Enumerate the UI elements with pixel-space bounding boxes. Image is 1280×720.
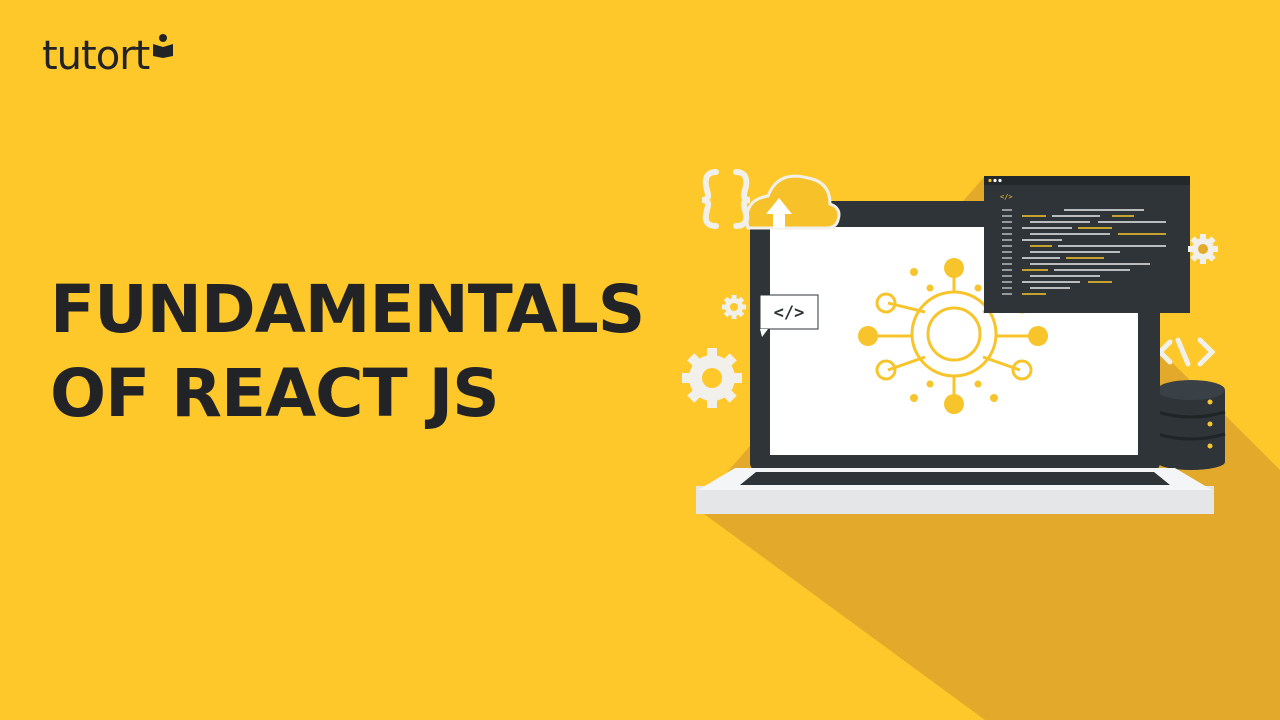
brand-logo: tutort — [42, 33, 177, 79]
server-stack-icon — [1156, 380, 1226, 470]
headline-line-2: OF REACT JS — [50, 355, 500, 432]
svg-text:</>: </> — [1000, 193, 1013, 201]
angle-code-icon — [1156, 337, 1216, 367]
code-editor-window: </> — [984, 176, 1190, 313]
brand-name: tutort — [42, 33, 150, 79]
cloud-upload-icon — [745, 174, 841, 230]
brand-book-icon — [153, 34, 174, 58]
headline: FUNDAMENTALS OF REACT JS — [50, 268, 645, 436]
curly-braces-icon — [701, 169, 751, 229]
thumbnail-canvas: </> </> tutort FUNDAMENTALS OF REACT JS — [0, 0, 1280, 720]
code-tag-label: </> — [774, 303, 805, 323]
headline-line-1: FUNDAMENTALS — [50, 271, 645, 348]
